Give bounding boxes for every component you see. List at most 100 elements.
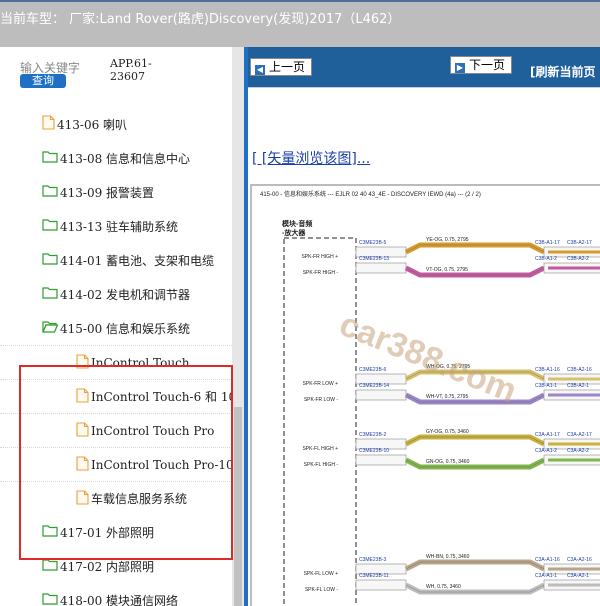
tree-item[interactable]: InControl Touch Pro-10 [0,447,232,481]
prev-page-button[interactable]: ◀ 上一页 [250,58,313,76]
folder-icon [42,558,58,574]
connector-left-label: C3ME23B-14 [359,383,389,389]
tree-item[interactable]: 417-01 外部照明 [0,515,232,549]
tree-item-label: 413-06 喇叭 [57,117,128,132]
connector-right-label: C3B-A1-1 [535,383,557,389]
tree-item-label: 417-02 内部照明 [60,559,155,574]
tree-item-label: InControl Touch Pro-10 [91,457,232,472]
tree-item[interactable]: 413-13 驻车辅助系统 [0,209,232,243]
connector-left-label: C3ME23B-5 [359,240,386,246]
tree-item-label: InControl Touch-6 和 10 [91,390,232,404]
module-label: 模块-音频 [282,219,312,228]
pin-label: SPK-FR HIGH - [303,270,339,276]
current-vehicle-label: 当前车型： 厂家:Land Rover(路虎)Discovery(发现)2017… [0,12,401,27]
connector-left [355,262,407,274]
connector-left-label: C3ME23B-6 [359,367,386,373]
next-page-button[interactable]: ▶ 下一页 [450,56,513,74]
wire [404,434,546,447]
connector-right-label: C3B-A1-2 [535,256,557,262]
connector-left-label: C3ME23B-13 [359,256,389,262]
connector-right-label: C3A-A1-16 [535,557,560,563]
connector-left-label: C3ME23B-3 [359,557,386,563]
wire-spec-label: GN-OG, 0.75, 3460 [426,459,470,465]
connector-far-label: C3A-A2-17 [567,432,592,438]
file-icon [42,115,55,133]
right-panel: ◀ 上一页 ▶ 下一页 [刷新当前页 [ [矢量浏览该图]... 415-00 - … [244,47,600,606]
folder-open-icon [42,320,59,336]
arrow-left-icon: ◀ [255,65,265,75]
pin-label: SPK-FR HIGH + [301,254,338,260]
connector-right-label: C3A-A1-17 [535,432,560,438]
arrow-right-icon: ▶ [455,63,465,73]
wire-spec-label: WH-BN, 0.75, 3460 [426,554,470,560]
tree-item[interactable]: 413-06 喇叭 [0,107,232,141]
tree-item[interactable]: 414-01 蓄电池、支架和电缆 [0,243,232,277]
connector-right-label: C3B-A1-16 [535,367,560,373]
connector-right-label: C3A-A1-1 [535,573,557,579]
category-tree: 413-06 喇叭 413-08 信息和信息中心 413-09 报警装置 413-13… [0,107,232,606]
search-row: 输入关键字 查询 APP.61-23607 [0,47,244,92]
connector-right-label: C3B-A1-17 [535,240,560,246]
tree-item-label: InControl Touch [91,355,190,370]
folder-icon [42,252,58,268]
connector-far-label: C3A-A2-16 [567,557,592,563]
left-panel: 输入关键字 查询 APP.61-23607 413-06 喇叭 413-08 信息… [0,47,244,606]
tree-item[interactable]: 413-09 报警装置 [0,175,232,209]
search-button[interactable]: 查询 [20,74,66,88]
connector-left [355,389,407,401]
folder-icon [42,592,58,606]
pin-label: SPK-FR LOW - [304,397,339,403]
tree-item-label: 418-00 模块通信网络 [60,593,179,606]
connector-far-label: C3A-A2-2 [567,448,589,454]
tree-item[interactable]: InControl Touch-6 和 10 [0,379,232,413]
module-box [283,237,357,606]
scrollbar-thumb[interactable] [234,407,242,606]
file-icon [76,353,89,372]
tree-item[interactable]: 414-02 发电机和调节器 [0,277,232,311]
tree-item-label: 415-00 信息和娱乐系统 [60,321,191,336]
tree-item[interactable]: 415-00 信息和娱乐系统 [0,311,232,345]
folder-icon [42,218,58,234]
scrollbar[interactable] [232,47,244,606]
folder-icon [42,286,58,302]
app-id: APP.61-23607 [110,57,152,83]
connector-left [355,579,407,591]
connector-far-label: C3B-A2-1 [567,383,589,389]
wire-spec-label: GY-OG, 0.75, 3460 [426,429,469,435]
folder-icon [42,524,58,540]
vector-view-link[interactable]: [ [矢量浏览该图]... [252,148,370,168]
file-icon [76,455,89,474]
tree-item-label: 414-02 发电机和调节器 [60,287,191,302]
module-label: -放大器 [282,228,306,237]
file-icon [76,489,89,508]
wire [404,559,546,572]
tree-item[interactable]: InControl Touch Pro [0,413,232,447]
tree-item[interactable]: 车载信息服务系统 [0,481,232,515]
refresh-page-link[interactable]: [刷新当前页 [530,63,596,80]
connector-left [355,454,407,466]
wire-spec-label: WH-VT, 0.75, 2795 [426,394,468,400]
wire-spec-label: VT-OG, 0.75, 2795 [426,267,468,273]
tree-item[interactable]: 418-00 模块通信网络 [0,583,232,606]
file-icon [76,421,89,440]
wiring-diagram: 415-00 - 信息和娱乐系统 --- EJLR 02 40 43_4E - … [250,184,600,606]
connector-left-label: C3ME23B-2 [359,432,386,438]
folder-icon [42,150,58,166]
content-area: [ [矢量浏览该图]... 415-00 - 信息和娱乐系统 --- EJLR … [248,87,600,606]
pin-label: SPK-FL HIGH - [304,462,339,468]
tree-item[interactable]: 417-02 内部照明 [0,549,232,583]
file-icon [76,387,89,406]
tree-item-label: 车载信息服务系统 [91,492,188,506]
title-bar: 当前车型： 厂家:Land Rover(路虎)Discovery(发现)2017… [0,0,600,47]
tree-item[interactable]: InControl Touch [0,345,232,379]
connector-far-label: C3B-A2-17 [567,240,592,246]
page-nav-bar: ◀ 上一页 ▶ 下一页 [刷新当前页 [248,47,600,87]
pin-label: SPK-FL HIGH + [302,446,338,452]
wiring-diagram-svg: 415-00 - 信息和娱乐系统 --- EJLR 02 40 43_4E - … [260,190,600,606]
tree-item[interactable]: 413-08 信息和信息中心 [0,141,232,175]
tree-item-label: 413-08 信息和信息中心 [60,151,191,166]
connector-right-label: C3A-A1-2 [535,448,557,454]
folder-icon [42,184,58,200]
pin-label: SPK-FL LOW - [305,587,338,593]
connector-far-label: C3A-A2-1 [567,573,589,579]
